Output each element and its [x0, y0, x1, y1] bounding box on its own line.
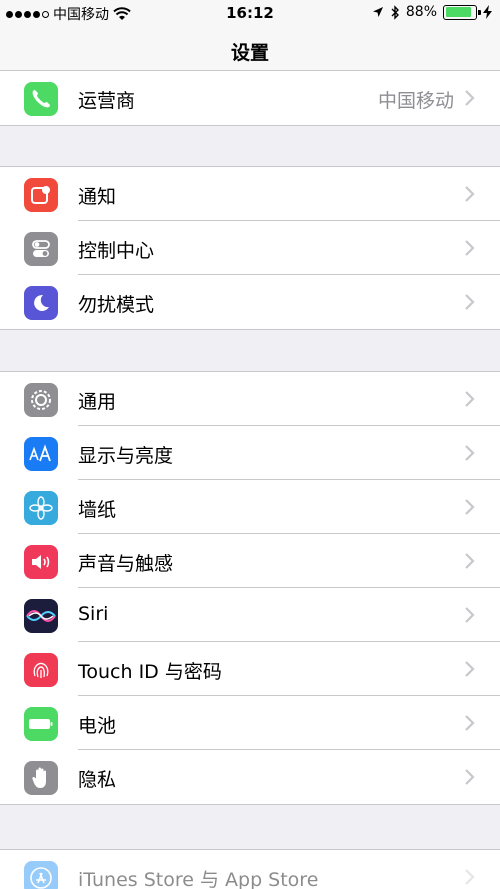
- settings-row-general[interactable]: 通用: [0, 372, 500, 426]
- siri-icon: [24, 599, 58, 633]
- notifications-group: 通知 控制中心 勿扰模式: [0, 166, 500, 330]
- notification-icon: [24, 178, 58, 212]
- chevron-right-icon: [465, 294, 475, 310]
- settings-row-do-not-disturb[interactable]: 勿扰模式: [0, 275, 500, 329]
- battery-icon: [24, 707, 58, 741]
- settings-row-itunes-app-store[interactable]: iTunes Store 与 App Store: [0, 850, 500, 889]
- wallpaper-flower-icon: [24, 491, 58, 525]
- chevron-right-icon: [465, 869, 475, 885]
- settings-row-label: 隐私: [78, 769, 117, 791]
- chevron-right-icon: [465, 607, 475, 623]
- settings-row-touch-id-passcode[interactable]: Touch ID 与密码: [0, 642, 500, 696]
- settings-row-label: 声音与触感: [78, 553, 174, 575]
- settings-row-battery[interactable]: 电池: [0, 696, 500, 750]
- settings-row-notifications[interactable]: 通知: [0, 167, 500, 221]
- settings-row-label: Siri: [78, 603, 109, 625]
- settings-row-sounds-haptics[interactable]: 声音与触感: [0, 534, 500, 588]
- status-right: 88%: [372, 4, 492, 20]
- control-center-icon: [24, 232, 58, 266]
- carrier-group: 运营商 中国移动: [0, 70, 500, 126]
- page-title: 设置: [230, 42, 269, 64]
- chevron-right-icon: [465, 186, 475, 202]
- settings-row-label: 通知: [78, 186, 117, 208]
- chevron-right-icon: [465, 445, 475, 461]
- chevron-right-icon: [465, 391, 475, 407]
- settings-row-siri[interactable]: Siri: [0, 588, 500, 642]
- status-bar: 中国移动 16:12 88%: [0, 0, 500, 26]
- settings-row-display-brightness[interactable]: 显示与亮度: [0, 426, 500, 480]
- settings-row-label: Touch ID 与密码: [78, 661, 222, 683]
- settings-row-carrier[interactable]: 运营商 中国移动: [0, 71, 500, 125]
- speaker-icon: [24, 545, 58, 579]
- settings-row-privacy[interactable]: 隐私: [0, 750, 500, 804]
- phone-icon: [24, 82, 58, 116]
- settings-row-control-center[interactable]: 控制中心: [0, 221, 500, 275]
- chevron-right-icon: [465, 553, 475, 569]
- navigation-bar: 设置: [0, 26, 500, 76]
- settings-row-label: 通用: [78, 391, 117, 413]
- moon-icon: [24, 286, 58, 320]
- settings-row-label: 控制中心: [78, 240, 155, 262]
- charging-bolt-icon: [483, 5, 492, 19]
- chevron-right-icon: [465, 661, 475, 677]
- display-brightness-icon: [24, 437, 58, 471]
- settings-row-value: 中国移动: [377, 90, 454, 112]
- chevron-right-icon: [465, 769, 475, 785]
- fingerprint-icon: [24, 653, 58, 687]
- settings-row-label: 勿扰模式: [78, 294, 155, 316]
- chevron-right-icon: [465, 90, 475, 106]
- chevron-right-icon: [465, 499, 475, 515]
- gear-icon: [24, 383, 58, 417]
- hand-icon: [24, 761, 58, 795]
- settings-row-wallpaper[interactable]: 墙纸: [0, 480, 500, 534]
- battery-percent: 88%: [405, 4, 437, 20]
- settings-row-label: 墙纸: [78, 499, 117, 521]
- general-group: 通用 显示与亮度 墙纸 声音与触感 Siri Touch ID 与密码 电池 隐…: [0, 371, 500, 805]
- app-store-icon: [24, 861, 58, 889]
- location-arrow-icon: [372, 7, 383, 17]
- settings-row-label: 电池: [78, 715, 117, 737]
- battery-indicator-icon: [443, 4, 481, 20]
- store-group: iTunes Store 与 App Store: [0, 849, 500, 889]
- chevron-right-icon: [465, 715, 475, 731]
- settings-row-label: 显示与亮度: [78, 445, 174, 467]
- settings-row-label: iTunes Store 与 App Store: [78, 869, 319, 889]
- settings-row-label: 运营商: [78, 90, 136, 112]
- battery-fill: [445, 7, 472, 17]
- bluetooth-icon: [391, 4, 399, 20]
- chevron-right-icon: [465, 240, 475, 256]
